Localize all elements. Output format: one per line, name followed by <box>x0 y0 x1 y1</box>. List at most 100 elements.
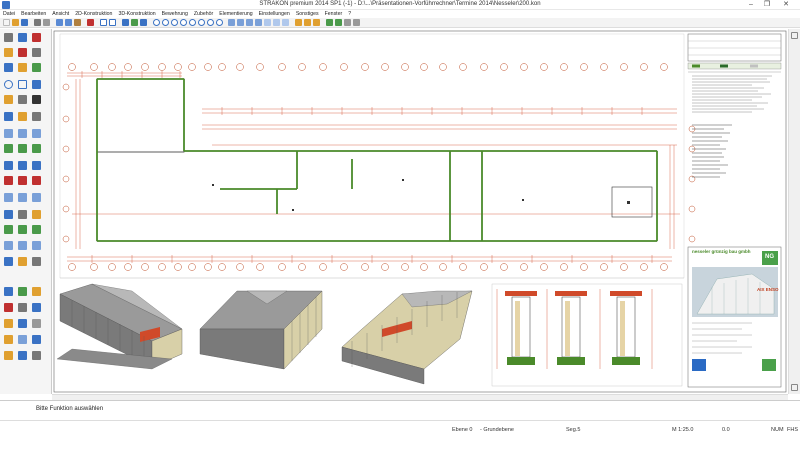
wireframe-icon[interactable] <box>264 19 271 26</box>
close-button[interactable]: ✕ <box>779 0 793 10</box>
grid-icon[interactable] <box>131 19 138 26</box>
extrude-icon[interactable] <box>4 225 13 234</box>
list-icon[interactable] <box>4 257 13 266</box>
precast-icon[interactable] <box>18 193 27 202</box>
menu-sonstiges[interactable]: Sonstiges <box>293 10 322 18</box>
view-iso-icon[interactable] <box>255 19 262 26</box>
menu-fenster[interactable]: Fenster <box>322 10 346 18</box>
rotate-icon[interactable] <box>32 63 41 72</box>
dimension-icon[interactable] <box>304 19 311 26</box>
zoom-all-icon[interactable] <box>180 19 187 26</box>
schedule-icon[interactable] <box>18 257 27 266</box>
layer-icon[interactable] <box>140 19 147 26</box>
element-icon[interactable] <box>4 193 13 202</box>
cut-icon[interactable] <box>56 19 63 26</box>
zoom-scale-icon[interactable] <box>207 19 214 26</box>
menu-2d-konstruktion[interactable]: 2D-Konstruktion <box>72 10 115 18</box>
close-tool-icon[interactable] <box>18 48 27 57</box>
slab-icon[interactable] <box>18 129 27 138</box>
query-icon[interactable] <box>4 351 13 360</box>
text-icon[interactable] <box>313 19 320 26</box>
help-tool-icon[interactable] <box>18 351 27 360</box>
export-icon[interactable] <box>32 257 41 266</box>
pointer-icon[interactable] <box>18 33 27 42</box>
print-icon[interactable] <box>34 19 41 26</box>
line-icon[interactable] <box>32 80 41 89</box>
color-icon[interactable] <box>18 287 27 296</box>
print-preview-icon[interactable] <box>43 19 50 26</box>
light-icon[interactable] <box>4 335 13 344</box>
menu-bewehrung[interactable]: Bewehrung <box>159 10 191 18</box>
image-icon[interactable] <box>32 303 41 312</box>
redo-icon[interactable] <box>109 19 116 26</box>
pen-style-icon[interactable] <box>32 287 41 296</box>
snap-icon[interactable] <box>122 19 129 26</box>
paste-icon[interactable] <box>74 19 81 26</box>
undo-icon[interactable] <box>100 19 107 26</box>
view-top-icon[interactable] <box>228 19 235 26</box>
sheet-icon[interactable] <box>4 241 13 250</box>
menu-bearbeiten[interactable]: Bearbeiten <box>18 10 49 18</box>
save-icon[interactable] <box>21 19 28 26</box>
polyline-icon[interactable] <box>18 95 27 104</box>
move-icon[interactable] <box>4 63 13 72</box>
object-icon[interactable] <box>18 319 27 328</box>
copy-tool-icon[interactable] <box>18 63 27 72</box>
info-icon[interactable] <box>353 19 360 26</box>
column-icon[interactable] <box>32 129 41 138</box>
vertical-scrollbar[interactable] <box>788 29 800 394</box>
refresh-icon[interactable] <box>335 19 342 26</box>
view-side-icon[interactable] <box>246 19 253 26</box>
stair-icon[interactable] <box>32 161 41 170</box>
menu-einstellungen[interactable]: Einstellungen <box>256 10 293 18</box>
maximize-button[interactable]: ❐ <box>760 0 774 10</box>
menu-zubehoer[interactable]: Zubehör <box>191 10 216 18</box>
menu-ansicht[interactable]: Ansicht <box>49 10 72 18</box>
view-front-icon[interactable] <box>237 19 244 26</box>
zoom-window-icon[interactable] <box>171 19 178 26</box>
text-tool-icon[interactable] <box>32 95 41 104</box>
hidden-line-icon[interactable] <box>273 19 280 26</box>
delete-tool-icon[interactable] <box>32 33 41 42</box>
status-scale[interactable]: M 1:25.0 <box>672 427 693 433</box>
window-tool-icon[interactable] <box>32 144 41 153</box>
opening-icon[interactable] <box>4 144 13 153</box>
rectangle-icon[interactable] <box>18 80 27 89</box>
properties-icon[interactable] <box>344 19 351 26</box>
arc-icon[interactable] <box>4 95 13 104</box>
foundation-icon[interactable] <box>18 161 27 170</box>
wall-icon[interactable] <box>4 129 13 138</box>
cube-icon[interactable] <box>32 210 41 219</box>
group-icon[interactable] <box>18 210 27 219</box>
plot-icon[interactable] <box>32 241 41 250</box>
macro-icon[interactable] <box>32 351 41 360</box>
zoom-previous-icon[interactable] <box>189 19 196 26</box>
marker-icon[interactable] <box>4 303 13 312</box>
circle-icon[interactable] <box>4 80 13 89</box>
solid-icon[interactable] <box>18 225 27 234</box>
block-icon[interactable] <box>4 210 13 219</box>
render-icon[interactable] <box>32 335 41 344</box>
camera-icon[interactable] <box>18 335 27 344</box>
rebar-icon[interactable] <box>4 176 13 185</box>
reference-icon[interactable] <box>18 303 27 312</box>
boolean-icon[interactable] <box>32 225 41 234</box>
zoom-out-icon[interactable] <box>162 19 169 26</box>
settings-icon[interactable] <box>32 319 41 328</box>
symbol-icon[interactable] <box>32 112 41 121</box>
scroll-up-icon[interactable] <box>791 32 798 39</box>
status-segment[interactable]: Seg.5 <box>566 427 580 433</box>
zoom-fit-icon[interactable] <box>216 19 223 26</box>
zoom-in-icon[interactable] <box>153 19 160 26</box>
trim-icon[interactable] <box>32 48 41 57</box>
hatch-icon[interactable] <box>4 112 13 121</box>
pan-icon[interactable] <box>198 19 205 26</box>
viewport-icon[interactable] <box>18 241 27 250</box>
menu-elementierung[interactable]: Elementierung <box>216 10 255 18</box>
menu-datei[interactable]: Datei <box>0 10 18 18</box>
menu-3d-konstruktion[interactable]: 3D-Konstruktion <box>115 10 158 18</box>
beam-icon[interactable] <box>4 161 13 170</box>
layer-manager-icon[interactable] <box>4 287 13 296</box>
menu-help[interactable]: ? <box>345 10 354 18</box>
command-line[interactable]: Bitte Funktion auswählen <box>0 400 800 420</box>
